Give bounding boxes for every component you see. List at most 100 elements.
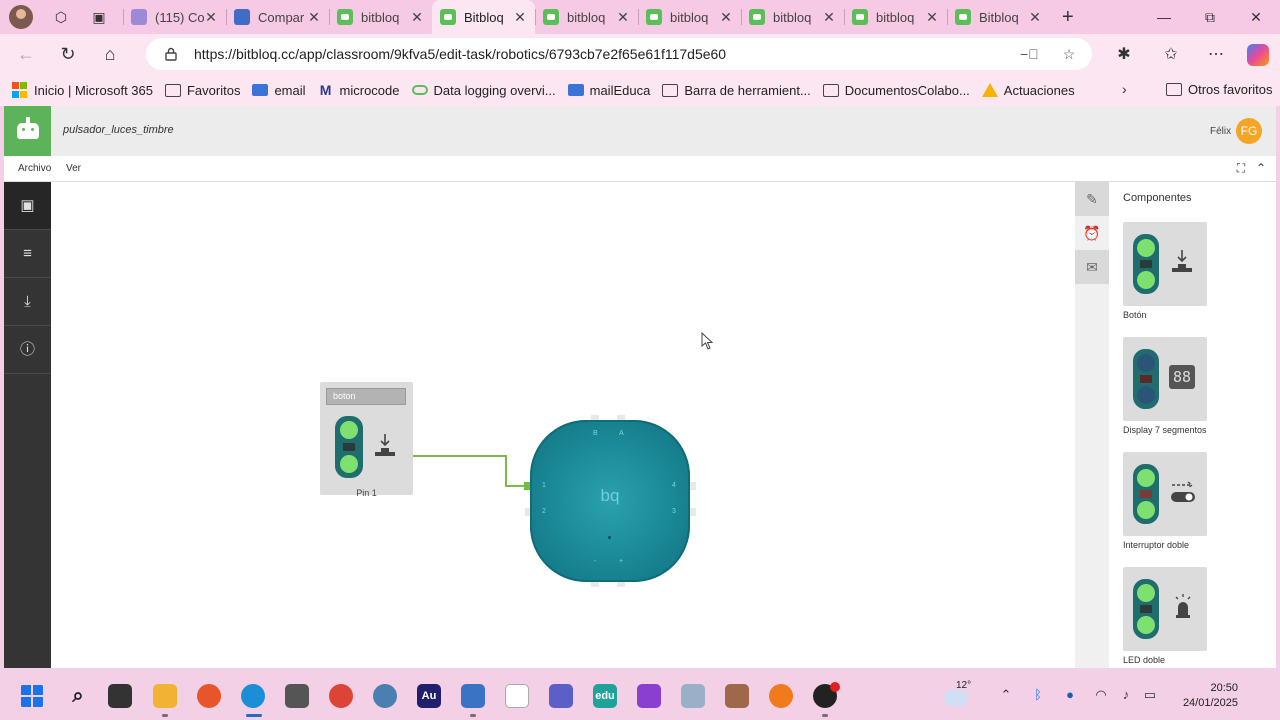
minimize-icon[interactable]: — [1141, 0, 1187, 34]
wire[interactable] [505, 455, 507, 487]
extensions-icon[interactable]: ✱ [1114, 44, 1134, 64]
controller-board[interactable]: bq B A 1 2 4 3 - + [530, 420, 690, 582]
browser-tab[interactable]: bitbloq ✕ [638, 0, 741, 34]
microphone-icon[interactable]: ● [1061, 687, 1079, 705]
address-bar[interactable]: https://bitbloq.cc/app/classroom/9kfva5/… [146, 38, 1092, 70]
browser-tab[interactable]: Bitbloq ✕ [947, 0, 1050, 34]
favorite-item[interactable]: DocumentosColabo... [822, 83, 970, 98]
component-display-7-segmentos[interactable]: 88 [1123, 337, 1207, 421]
back-icon[interactable]: ← [10, 38, 42, 70]
audition-icon[interactable]: Au [417, 684, 441, 708]
settings-icon[interactable] [373, 684, 397, 708]
weather-icon[interactable] [944, 690, 968, 706]
reload-icon[interactable]: ↻ [52, 38, 84, 70]
edge-icon[interactable] [241, 684, 265, 708]
board-port[interactable] [690, 482, 696, 490]
gimp-icon[interactable] [285, 684, 309, 708]
panel-tab-components[interactable]: ✎ [1075, 182, 1109, 216]
menu-archivo[interactable]: Archivo [18, 163, 51, 174]
wifi-icon[interactable]: ◠ [1092, 687, 1110, 705]
chrome-icon[interactable] [329, 684, 353, 708]
panel-tab-sensors[interactable]: ⏰ [1075, 216, 1109, 250]
app-icon[interactable] [769, 684, 793, 708]
favorite-item[interactable]: Data logging overvi... [411, 83, 556, 98]
zoom-icon[interactable]: −⃝ [1020, 46, 1039, 64]
sidebar-item-hardware[interactable]: ▣ [4, 182, 51, 230]
tab-close-icon[interactable]: ✕ [204, 9, 218, 26]
copilot-icon[interactable] [1247, 44, 1269, 66]
app-icon[interactable] [725, 684, 749, 708]
component-boton[interactable] [1123, 222, 1207, 306]
profile-avatar[interactable] [9, 5, 33, 29]
hardware-canvas[interactable]: boton Pin 1 bq B A 1 2 4 3 - + [51, 182, 1075, 668]
task-view-icon[interactable] [108, 684, 132, 708]
collapse-icon[interactable]: ⌃ [1254, 161, 1268, 175]
tab-close-icon[interactable]: ✕ [410, 9, 424, 26]
bitbloq-logo[interactable] [4, 106, 51, 156]
tab-close-icon[interactable]: ✕ [307, 9, 321, 26]
restore-icon[interactable]: ⧉ [1187, 0, 1233, 34]
workspaces-icon[interactable]: ⬡ [47, 3, 75, 31]
wire[interactable] [413, 455, 507, 457]
browser-tab[interactable]: bitbloq ✕ [329, 0, 432, 34]
document-title[interactable]: pulsador_luces_timbre [63, 124, 174, 136]
component-led-doble[interactable] [1123, 567, 1207, 651]
tab-close-icon[interactable]: ✕ [513, 9, 527, 26]
app-icon[interactable] [681, 684, 705, 708]
windows-start-icon[interactable] [20, 684, 44, 708]
sidebar-item-upload[interactable]: ⤓ [4, 278, 51, 326]
tab-actions-icon[interactable]: ▣ [85, 3, 113, 31]
favorite-item[interactable]: Actuaciones [981, 83, 1075, 98]
browser-tab[interactable]: Bitbloq ✕ [432, 0, 535, 34]
panel-tab-boards[interactable]: ✉ [1075, 250, 1109, 284]
notepad-icon[interactable] [505, 684, 529, 708]
tab-close-icon[interactable]: ✕ [1028, 9, 1042, 26]
favorite-item[interactable]: email [252, 83, 306, 98]
browser-tab[interactable]: bitbloq ✕ [741, 0, 844, 34]
bluetooth-icon[interactable]: ᛒ [1029, 687, 1047, 705]
sidebar-item-blocks[interactable]: ≡ [4, 230, 51, 278]
component-interruptor-doble[interactable] [1123, 452, 1207, 536]
powerautomate-icon[interactable] [461, 684, 485, 708]
firefox-icon[interactable] [197, 684, 221, 708]
home-icon[interactable]: ⌂ [94, 38, 126, 70]
tab-close-icon[interactable]: ✕ [925, 9, 939, 26]
close-window-icon[interactable]: ✕ [1233, 0, 1279, 34]
teams-icon[interactable] [549, 684, 573, 708]
search-icon[interactable]: ⌕ [66, 684, 90, 708]
favorite-item[interactable]: Mmicrocode [318, 82, 400, 98]
browser-tab[interactable]: (115) Co ✕ [123, 0, 226, 34]
favorite-item[interactable]: Favoritos [164, 83, 240, 98]
sidebar-item-info[interactable]: ⓘ [4, 326, 51, 374]
new-tab-icon[interactable]: + [1062, 6, 1074, 29]
user-avatar[interactable]: FG [1236, 118, 1262, 144]
favorite-star-icon[interactable]: ☆ [1060, 46, 1078, 64]
app-icon[interactable] [637, 684, 661, 708]
tab-close-icon[interactable]: ✕ [822, 9, 836, 26]
file-explorer-icon[interactable] [153, 684, 177, 708]
menu-ver[interactable]: Ver [66, 163, 81, 174]
volume-icon[interactable]: ♪ [1117, 687, 1135, 705]
edu-icon[interactable]: edu [593, 684, 617, 708]
fullscreen-icon[interactable]: ⛶ [1234, 161, 1248, 175]
component-name-field[interactable]: boton [326, 388, 406, 405]
board-port[interactable] [690, 508, 696, 516]
browser-tab[interactable]: bitbloq ✕ [844, 0, 947, 34]
favorite-item[interactable]: Inicio | Microsoft 365 [12, 82, 153, 98]
clock[interactable]: 20:50 24/01/2025 [1168, 681, 1238, 711]
canvas-component-button[interactable]: boton [320, 382, 413, 495]
other-favorites[interactable]: Otros favoritos [1166, 82, 1273, 97]
battery-icon[interactable]: ▭ [1141, 687, 1159, 705]
chevron-up-icon[interactable]: ⌃ [997, 687, 1015, 705]
favorite-item[interactable]: Barra de herramient... [662, 83, 811, 98]
favorites-icon[interactable]: ✩ [1161, 44, 1181, 64]
lock-icon[interactable] [164, 47, 178, 61]
browser-tab[interactable]: bitbloq ✕ [535, 0, 638, 34]
tab-close-icon[interactable]: ✕ [616, 9, 630, 26]
favorite-item[interactable]: mailEduca [567, 83, 650, 98]
more-options-icon[interactable]: ⋯ [1206, 44, 1226, 64]
browser-tab[interactable]: Compar ✕ [226, 0, 329, 34]
tab-close-icon[interactable]: ✕ [719, 9, 733, 26]
chevron-right-icon[interactable]: › [1122, 81, 1127, 97]
components-panel: Componentes Botón 88 Display 7 segmentos… [1109, 182, 1276, 668]
